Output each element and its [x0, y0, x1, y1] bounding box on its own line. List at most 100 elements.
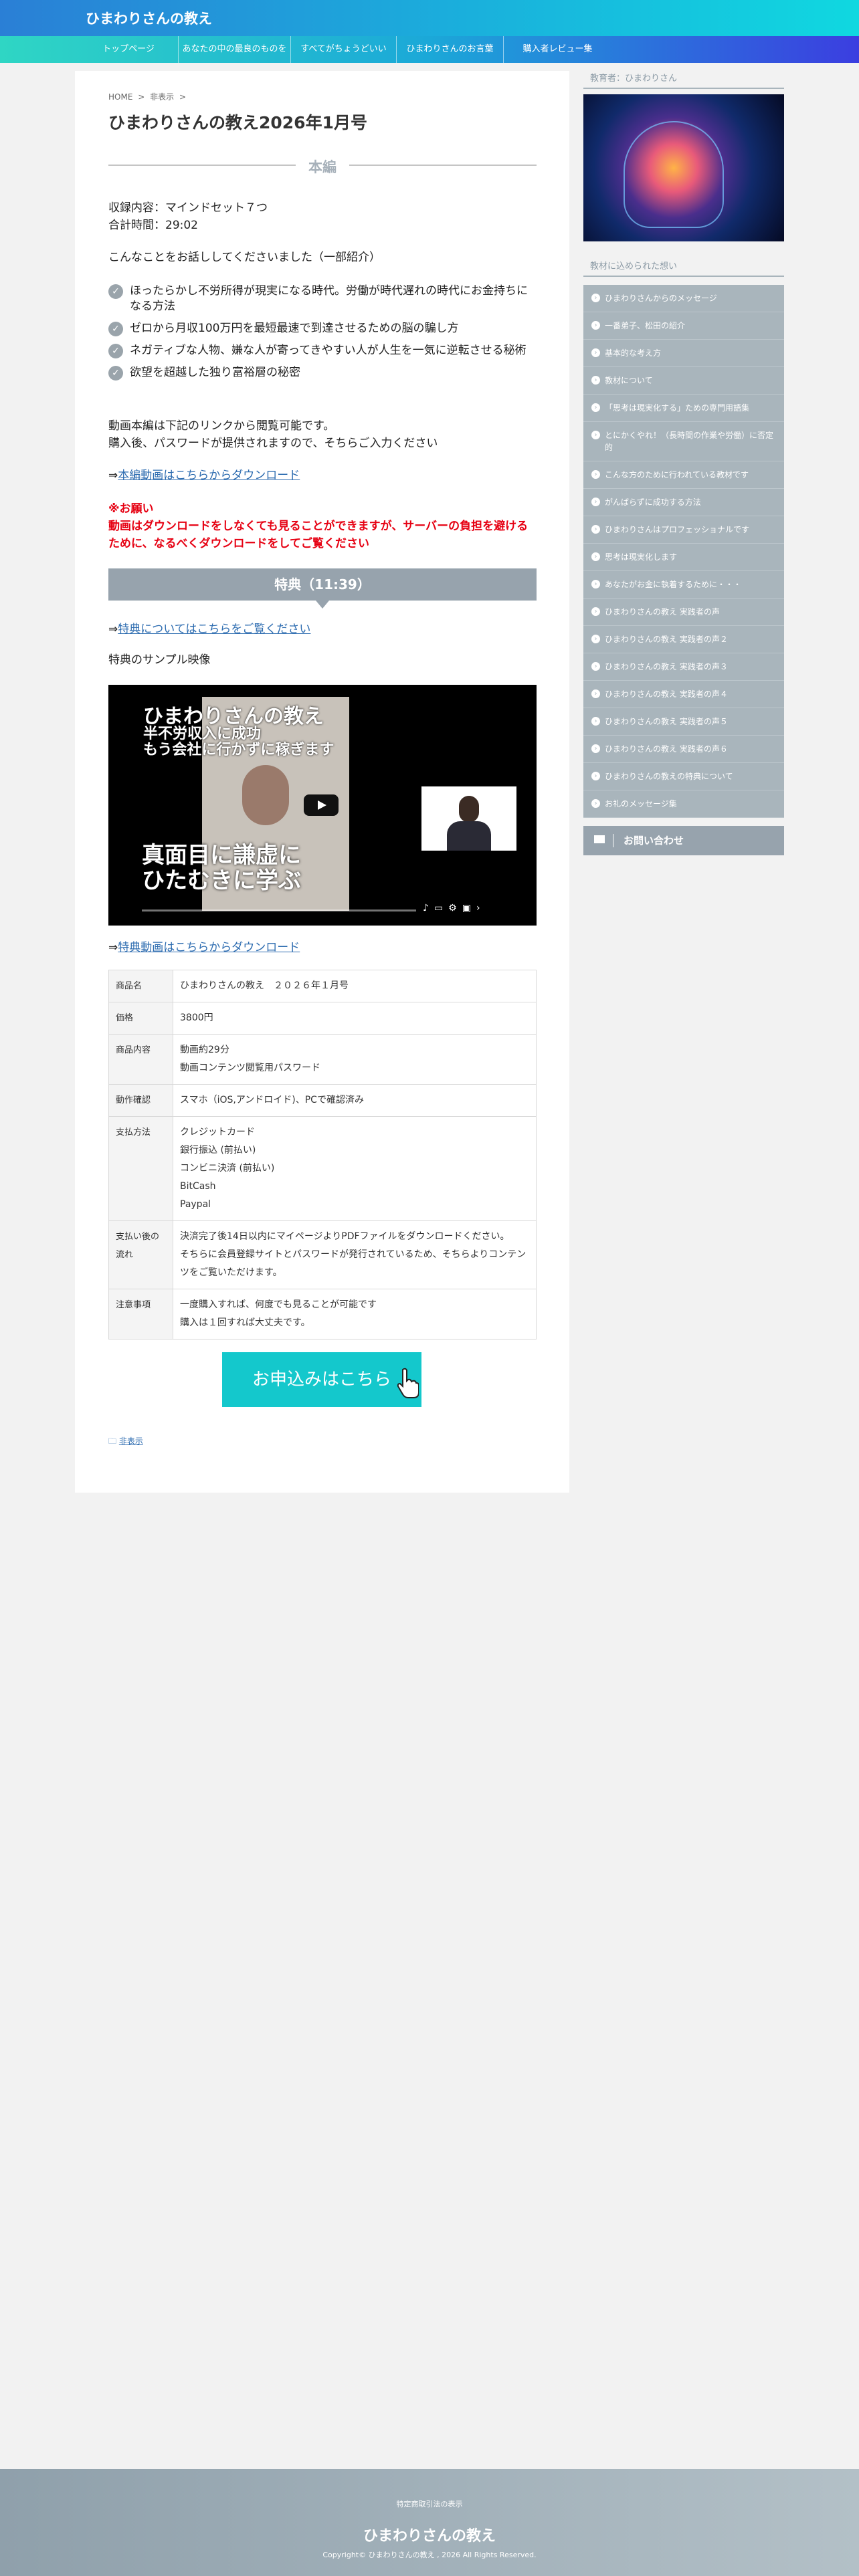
apply-button[interactable]: お申込みはこちら — [222, 1352, 421, 1407]
video-player[interactable]: ひまわりさんの教え 半不労収入に成功 もう会社に行かずに稼ぎます 真面目に謙虚にひ… — [108, 685, 537, 926]
breadcrumb-home[interactable]: HOME — [108, 92, 132, 102]
site-title[interactable]: ひまわりさんの教え — [86, 8, 212, 28]
video-subtitle: 半不労収入に成功 もう会社に行かずに稼ぎます — [143, 726, 335, 758]
contents-text: 収録内容：マインドセット７つ — [108, 201, 268, 215]
table-row: 支払方法 クレジットカード 銀行振込 (前払い) コンビニ決済 (前払い) BitCas… — [108, 1116, 537, 1221]
bonus-info-line: ⇒特典についてはこちらをご覧ください — [108, 621, 310, 638]
sidebar-item-voice-2[interactable]: › ひまわりさんの教え 実践者の声２ — [583, 626, 784, 653]
sidebar-item-voice-5[interactable]: › ひまわりさんの教え 実践者の声５ — [583, 708, 784, 736]
sidebar-item-thanks[interactable]: › お礼のメッセージ集 — [583, 790, 784, 818]
miniplayer-icon: ▣ — [462, 903, 476, 914]
video-progress-bar[interactable] — [142, 909, 416, 911]
nav-item-reviews[interactable]: 購入者レビュー集 — [503, 36, 611, 63]
sidebar-item-thought[interactable]: › 思考は現実化します — [583, 544, 784, 571]
volume-icon: ♪ — [423, 903, 434, 914]
check-icon: ✓ — [108, 284, 123, 299]
nav-item-words[interactable]: ひまわりさんのお言葉 — [396, 36, 503, 63]
breadcrumb-category[interactable]: 非表示 — [150, 92, 174, 102]
table-row: 商品内容 動画約29分 動画コンテンツ閲覧用パスワード — [108, 1034, 537, 1085]
chevron-right-icon: › — [591, 321, 600, 330]
chevron-right-icon: › — [591, 580, 600, 588]
check-icon: ✓ — [108, 366, 123, 381]
table-row: 支払い後の流れ 決済完了後14日以内にマイページよりPDFファイルをダウンロードく… — [108, 1220, 537, 1289]
list-item: ✓ ほったらかし不労所得が現実になる時代。労働が時代遅れの時代にお金持ちになる方法 — [108, 284, 537, 314]
arrow-icon: ⇒ — [108, 941, 118, 954]
breadcrumb-separator: > — [179, 92, 187, 102]
chevron-right-icon: › — [591, 498, 600, 506]
table-row: 商品名 ひまわりさんの教え ２０２６年１月号 — [108, 970, 537, 1002]
chevron-right-icon: › — [591, 635, 600, 643]
table-row: 注意事項 一度購入すれば、何度でも見ることが可能です 購入は１回すれば大丈夫です。 — [108, 1289, 537, 1339]
sidebar-item-message[interactable]: › ひまわりさんからのメッセージ — [583, 285, 784, 312]
video-note-2: 購入後、パスワードが提供されますので、そちらご入力ください — [108, 437, 438, 450]
sidebar-item-hard-work[interactable]: › とにかくやれ！（長時間の作業や労働）に否定的 — [583, 422, 784, 461]
bonus-heading-arrow — [316, 601, 329, 609]
sidebar-menu: › ひまわりさんからのメッセージ › 一番弟子、松田の紹介 › 基本的な考え方 › 教材… — [583, 285, 784, 818]
bonus-download-link[interactable]: 特典動画はこちらからダウンロード — [118, 941, 300, 954]
list-item: ✓ 欲望を超越した独り富裕層の秘密 — [108, 365, 537, 381]
sidebar-item-bonus[interactable]: › ひまわりさんの教えの特典について — [583, 763, 784, 790]
sidebar-item-professional[interactable]: › ひまわりさんはプロフェッショナルです — [583, 516, 784, 544]
section-label: 本編 — [308, 159, 337, 175]
breadcrumb-separator: > — [138, 92, 145, 102]
video-presenter-inset — [421, 786, 516, 851]
runtime-text: 合計時間：29:02 — [108, 219, 198, 232]
main-video-download-link[interactable]: 本編動画はこちらからダウンロード — [118, 469, 300, 482]
chevron-right-icon: › — [591, 772, 600, 780]
check-icon: ✓ — [108, 322, 123, 336]
chevron-right-icon: › — [591, 525, 600, 534]
author-image — [583, 94, 784, 241]
envelope-icon — [594, 835, 605, 843]
table-row: 価格 3800円 — [108, 1002, 537, 1035]
sidebar-item-voice-1[interactable]: › ひまわりさんの教え 実践者の声 — [583, 599, 784, 626]
sidebar-item-disciple[interactable]: › 一番弟子、松田の紹介 — [583, 312, 784, 340]
sidebar-item-basics[interactable]: › 基本的な考え方 — [583, 340, 784, 367]
captions-icon: ▭ — [434, 903, 449, 914]
footer-title[interactable]: ひまわりさんの教え — [0, 2524, 859, 2545]
chevron-right-icon: › — [591, 662, 600, 671]
sample-label: 特典のサンプル映像 — [108, 653, 211, 667]
chevron-right-icon: › — [591, 431, 600, 439]
nav-item-top[interactable]: トップページ — [79, 36, 178, 63]
chevron-right-icon: › — [591, 376, 600, 385]
feature-list: ✓ ほったらかし不労所得が現実になる時代。労働が時代遅れの時代にお金持ちになる方法… — [108, 284, 537, 387]
video-controls[interactable]: ♪▭⚙▣› — [423, 903, 486, 914]
warning-title: ※お願い — [108, 502, 154, 516]
global-nav: トップページ あなたの中の最良のものを すべてがちょうどいい ひまわりさんのお言… — [0, 36, 859, 63]
play-button[interactable] — [304, 794, 339, 816]
video-title: ひまわりさんの教え — [143, 705, 324, 728]
list-item: ✓ ネガティブな人物、嫌な人が寄ってきやすい人が人生を一気に逆転させる秘術 — [108, 343, 537, 358]
category-link[interactable]: 🗀 非表示 — [108, 1435, 143, 1449]
sidebar-item-voice-3[interactable]: › ひまわりさんの教え 実践者の声３ — [583, 653, 784, 681]
chevron-right-icon: › — [591, 717, 600, 726]
chevron-right-icon: › — [591, 607, 600, 616]
sidebar-item-voice-4[interactable]: › ひまわりさんの教え 実践者の声４ — [583, 681, 784, 708]
sidebar: 教育者：ひまわりさん 教材に込められた想い › ひまわりさんからのメッセージ › 一… — [583, 71, 784, 855]
author-widget-title: 教育者：ひまわりさん — [583, 71, 784, 89]
video-note-1: 動画本編は下記のリンクから閲覧可能です。 — [108, 419, 335, 433]
legal-notice-link[interactable]: 特定商取引法の表示 — [0, 2498, 859, 2509]
warning-body: 動画はダウンロードをしなくても見ることができますが、サーバーの負担を避けるために… — [108, 520, 529, 550]
main-content: HOME > 非表示 > ひまわりさんの教え2026年1月号 本編 収録内容：マ… — [75, 71, 569, 1493]
section-divider: 本編 — [108, 156, 537, 175]
arrow-icon: ⇒ — [108, 623, 118, 636]
page-title: ひまわりさんの教え2026年1月号 — [108, 113, 367, 132]
sidebar-item-voice-6[interactable]: › ひまわりさんの教え 実践者の声６ — [583, 736, 784, 763]
bonus-download-line: ⇒特典動画はこちらからダウンロード — [108, 939, 300, 956]
chevron-right-icon: › — [591, 294, 600, 302]
nav-item-best[interactable]: あなたの中の最良のものを — [178, 36, 290, 63]
bonus-info-link[interactable]: 特典についてはこちらをご覧ください — [118, 623, 310, 636]
video-speaker-blurred — [242, 765, 289, 825]
contact-button[interactable]: お問い合わせ — [583, 826, 784, 855]
sidebar-item-success[interactable]: › がんばらずに成功する方法 — [583, 489, 784, 516]
sidebar-item-material[interactable]: › 教材について — [583, 367, 784, 395]
chevron-right-icon: › — [591, 403, 600, 412]
sidebar-item-for-whom[interactable]: › こんな方のために行われている教材です — [583, 461, 784, 489]
site-footer: 特定商取引法の表示 ひまわりさんの教え Copyright© ひまわりさんの教え… — [0, 2469, 859, 2576]
sidebar-item-glossary[interactable]: › 「思考は現実化する」ための専門用語集 — [583, 395, 784, 422]
menu-widget-title: 教材に込められた想い — [583, 259, 784, 277]
product-info-table: 商品名 ひまわりさんの教え ２０２６年１月号 価格 3800円 商品内容 動画約29分… — [108, 970, 537, 1339]
sidebar-item-money[interactable]: › あなたがお金に執着するために・・・ — [583, 571, 784, 599]
nav-item-just-right[interactable]: すべてがちょうどいい — [290, 36, 396, 63]
table-row: 動作確認 スマホ（iOS,アンドロイド)、PCで確認済み — [108, 1084, 537, 1117]
